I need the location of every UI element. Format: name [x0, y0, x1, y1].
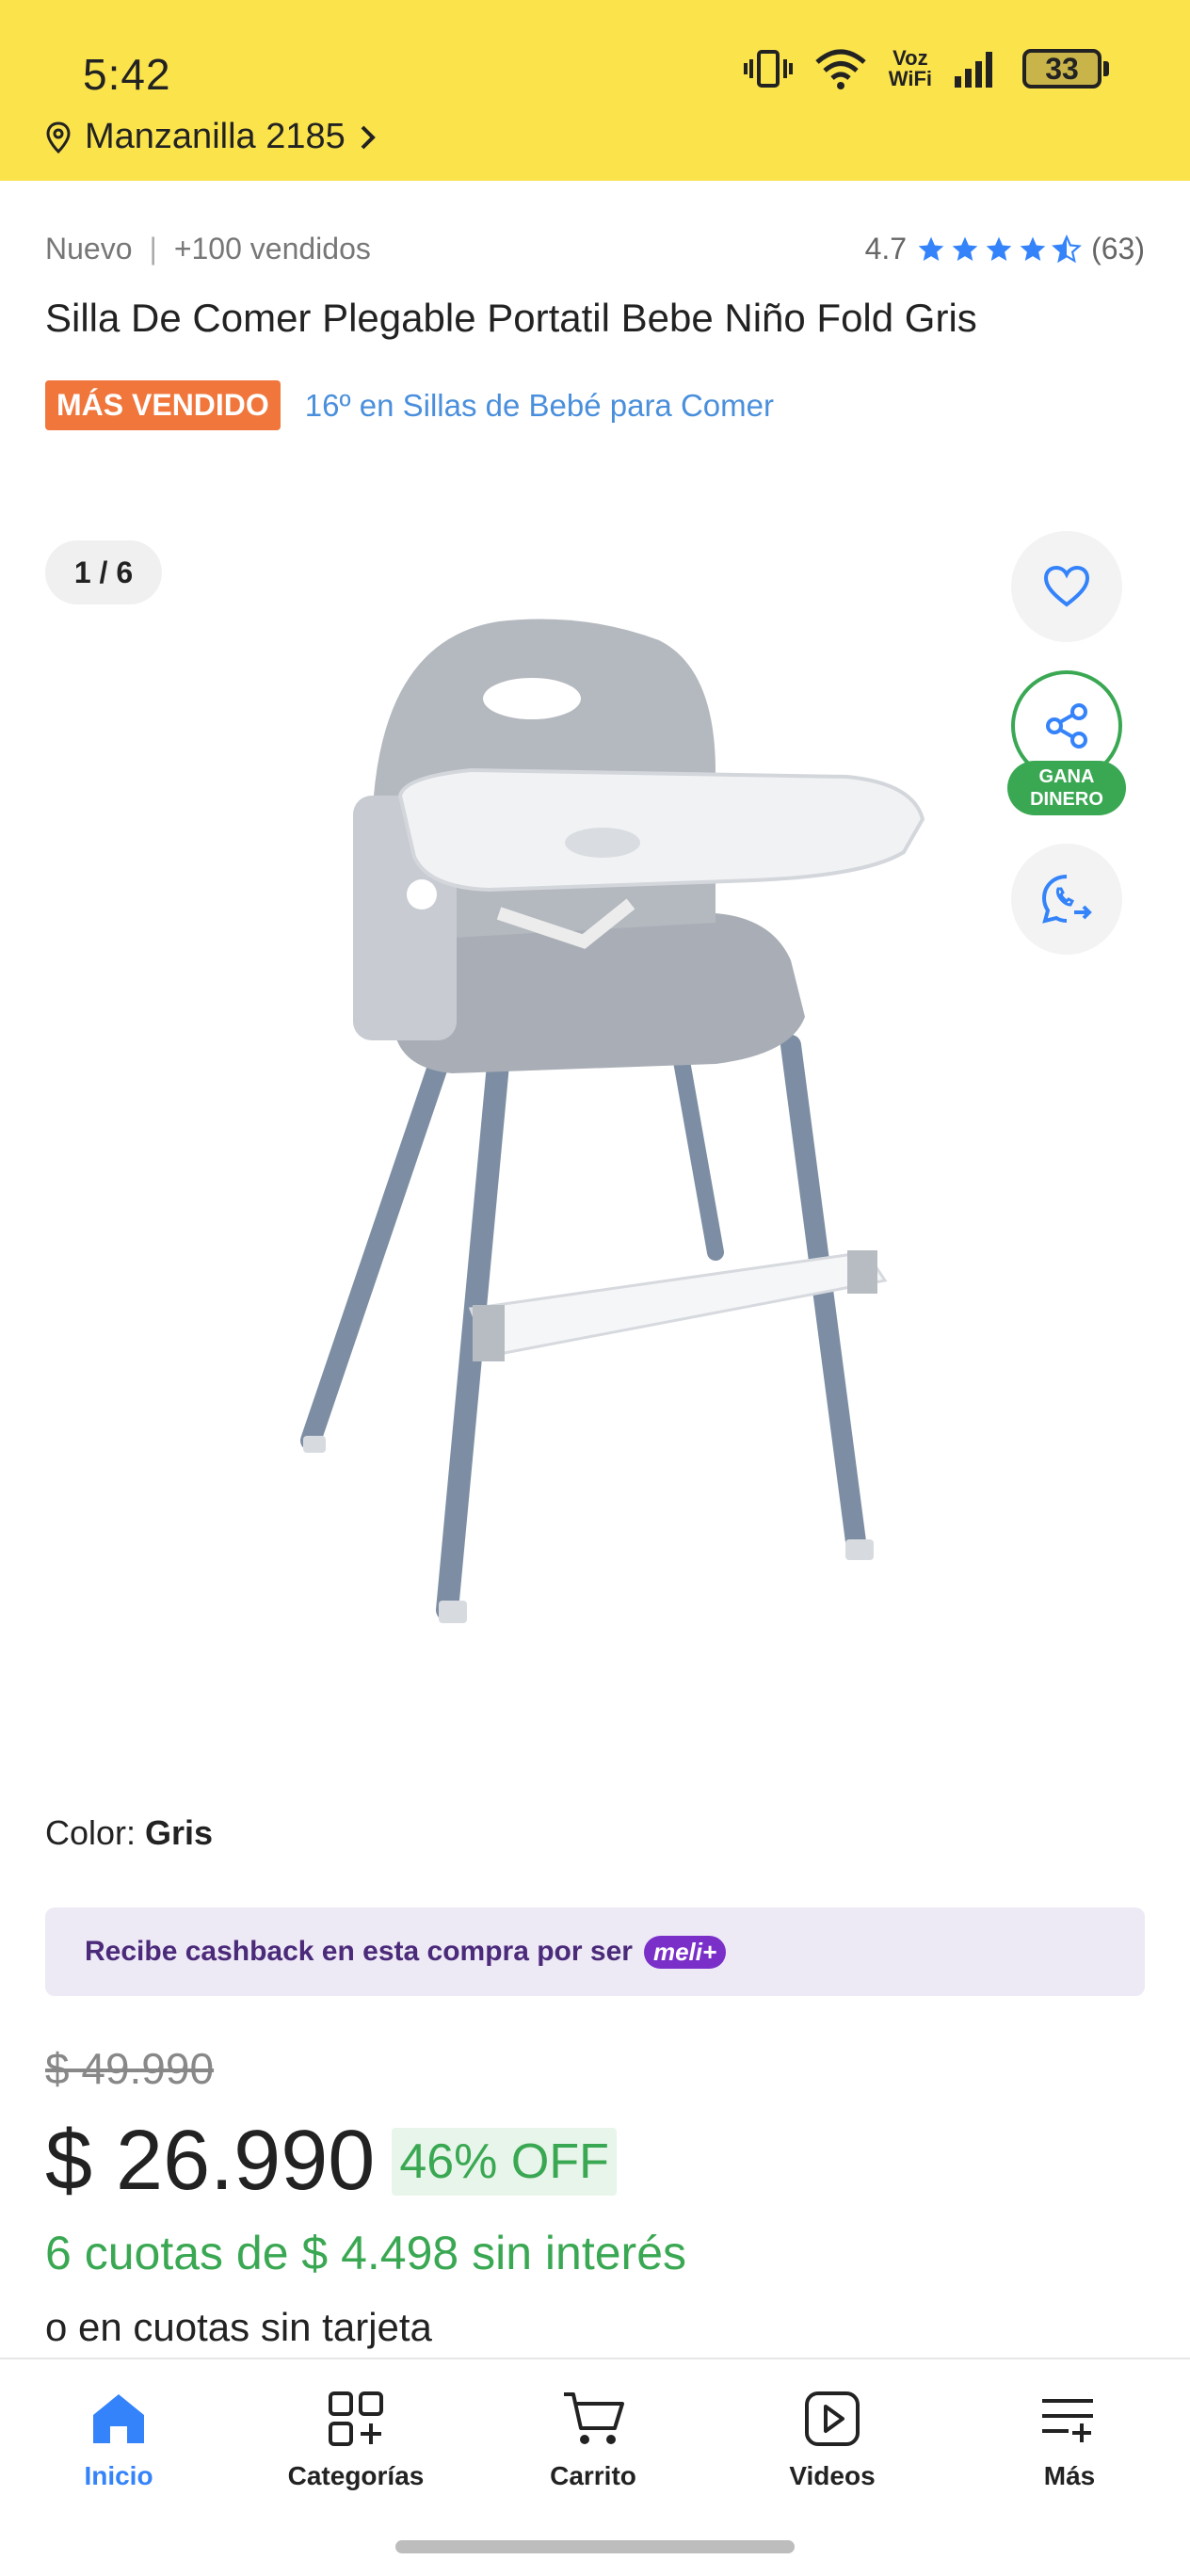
cashback-text: Recibe cashback en esta compra por ser [85, 1936, 633, 1967]
signal-icon [955, 52, 992, 88]
condition-label: Nuevo [45, 232, 133, 266]
cart-icon [564, 2392, 624, 2444]
whatsapp-icon [1041, 875, 1092, 924]
original-price: $ 49.990 [45, 2044, 215, 2093]
product-meta: Nuevo | +100 vendidos [45, 232, 371, 266]
sold-count: +100 vendidos [173, 232, 371, 266]
nav-label: Carrito [550, 2461, 636, 2490]
video-icon [805, 2391, 860, 2446]
category-ranking-link[interactable]: 16º en Sillas de Bebé para Comer [305, 388, 774, 424]
installments-no-card[interactable]: o en cuotas sin tarjeta [45, 2305, 432, 2350]
current-price: $ 26.990 [45, 2114, 376, 2208]
discount-badge: 46% OFF [392, 2127, 617, 2196]
location-text: Manzanilla 2185 [85, 117, 346, 156]
image-counter: 1 / 6 [45, 540, 162, 604]
nav-inicio[interactable]: Inicio [24, 2384, 213, 2491]
meli-plus-badge: meli+ [643, 1935, 727, 1969]
star-icon [952, 236, 978, 261]
star-icon [986, 236, 1012, 261]
nav-label: Videos [789, 2461, 876, 2490]
star-icon [1020, 236, 1046, 261]
nav-label: Categorías [287, 2461, 425, 2490]
chevron-right-icon [361, 125, 376, 149]
location-selector[interactable]: Manzanilla 2185 [45, 117, 378, 157]
product-title: Silla De Comer Plegable Portatil Bebe Ni… [45, 296, 977, 340]
best-seller-badge: MÁS VENDIDO [45, 380, 281, 430]
badge-row: MÁS VENDIDO 16º en Sillas de Bebé para C… [45, 380, 774, 430]
location-pin-icon [46, 121, 71, 153]
color-selector[interactable]: Color: Gris [45, 1813, 213, 1853]
product-image[interactable] [188, 527, 960, 1714]
battery-icon: 33 [1022, 49, 1109, 89]
divider: | [149, 232, 157, 266]
share-icon [1046, 703, 1087, 749]
status-icons: Voz WiFi 33 [743, 46, 1109, 90]
favorite-button[interactable] [1011, 531, 1122, 642]
color-value: Gris [145, 1813, 214, 1852]
color-label: Color: [45, 1813, 146, 1852]
installments-info[interactable]: 6 cuotas de $ 4.498 sin interés [45, 2226, 686, 2280]
price-row: $ 26.990 46% OFF [45, 2113, 617, 2210]
earn-money-badge[interactable]: GANA DINERO [1007, 761, 1126, 815]
vibrate-icon [743, 50, 793, 88]
system-home-indicator[interactable] [395, 2540, 795, 2553]
star-icon [918, 236, 944, 261]
voz-wifi-indicator: Voz WiFi [888, 46, 932, 90]
nav-categorias[interactable]: Categorías [262, 2384, 450, 2491]
rating-value: 4.7 [864, 232, 908, 266]
nav-mas[interactable]: Más [975, 2384, 1164, 2491]
nav-label: Inicio [84, 2461, 153, 2490]
whatsapp-share-button[interactable] [1011, 844, 1122, 955]
status-time: 5:42 [83, 50, 171, 99]
rating-stars [916, 233, 1082, 265]
home-icon [93, 2394, 144, 2443]
categories-icon [329, 2391, 383, 2446]
nav-videos[interactable]: Videos [738, 2384, 926, 2491]
cashback-banner[interactable]: Recibe cashback en esta compra por ser m… [45, 1908, 1145, 1996]
app-header: 5:42 Voz WiFi 33 Manzanilla 2185 [0, 0, 1190, 181]
heart-icon [1043, 565, 1090, 607]
more-icon [1042, 2399, 1093, 2442]
nav-label: Más [1043, 2461, 1096, 2490]
wifi-icon [815, 49, 866, 89]
nav-carrito[interactable]: Carrito [499, 2384, 687, 2491]
review-count: (63) [1091, 232, 1145, 266]
rating-summary[interactable]: 4.7 (63) [865, 232, 1145, 266]
half-star-icon [1052, 233, 1082, 263]
